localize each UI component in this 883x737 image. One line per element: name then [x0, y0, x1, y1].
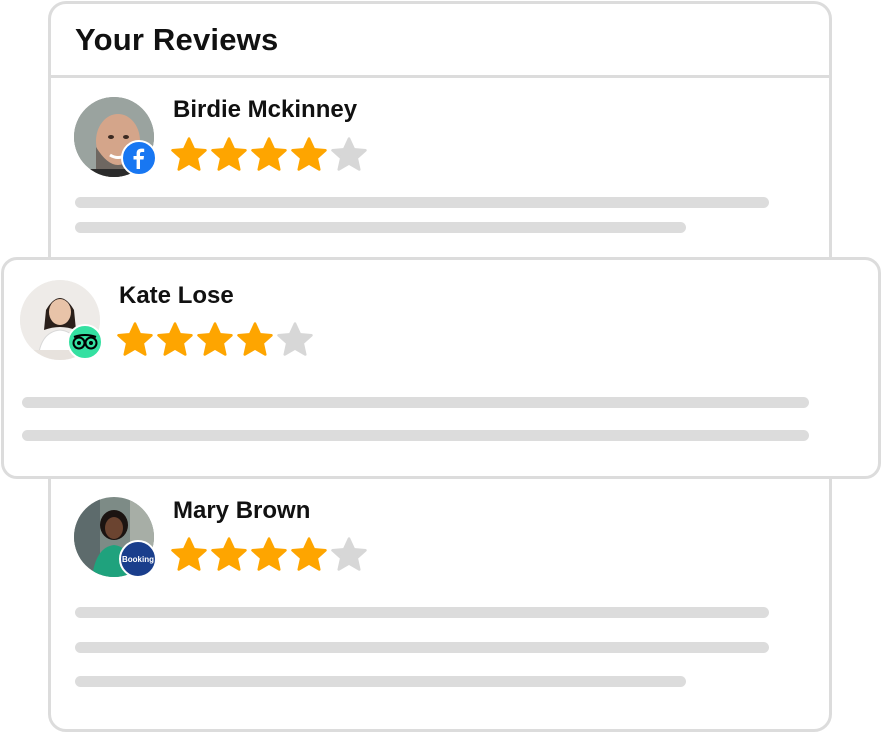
star-filled-icon [251, 537, 287, 571]
reviewer-name: Kate Lose [119, 282, 234, 309]
page-title: Your Reviews [75, 21, 279, 57]
panel-header: Your Reviews [51, 4, 829, 78]
star-filled-icon [197, 322, 233, 356]
text-placeholder-line [75, 642, 769, 653]
star-filled-icon [291, 537, 327, 571]
star-filled-icon [291, 137, 327, 171]
text-placeholder-line [75, 197, 769, 208]
booking-icon: Booking [119, 540, 157, 578]
reviewer-name: Mary Brown [173, 497, 311, 524]
review-card-kate[interactable]: Kate Lose [1, 257, 881, 479]
text-placeholder-line [22, 397, 809, 408]
facebook-icon [121, 140, 157, 176]
star-filled-icon [211, 137, 247, 171]
star-filled-icon [237, 322, 273, 356]
star-empty-icon [277, 322, 313, 356]
tripadvisor-icon [67, 324, 103, 360]
star-filled-icon [211, 537, 247, 571]
star-filled-icon [171, 537, 207, 571]
star-empty-icon [331, 137, 367, 171]
star-rating [171, 537, 367, 571]
text-placeholder-line [22, 430, 809, 441]
star-rating [171, 137, 367, 171]
star-empty-icon [331, 537, 367, 571]
star-filled-icon [157, 322, 193, 356]
text-placeholder-line [75, 607, 769, 618]
star-filled-icon [117, 322, 153, 356]
star-filled-icon [171, 137, 207, 171]
star-rating [117, 322, 313, 356]
reviewer-name: Birdie Mckinney [173, 96, 358, 123]
text-placeholder-line [75, 676, 686, 687]
text-placeholder-line [75, 222, 686, 233]
star-filled-icon [251, 137, 287, 171]
